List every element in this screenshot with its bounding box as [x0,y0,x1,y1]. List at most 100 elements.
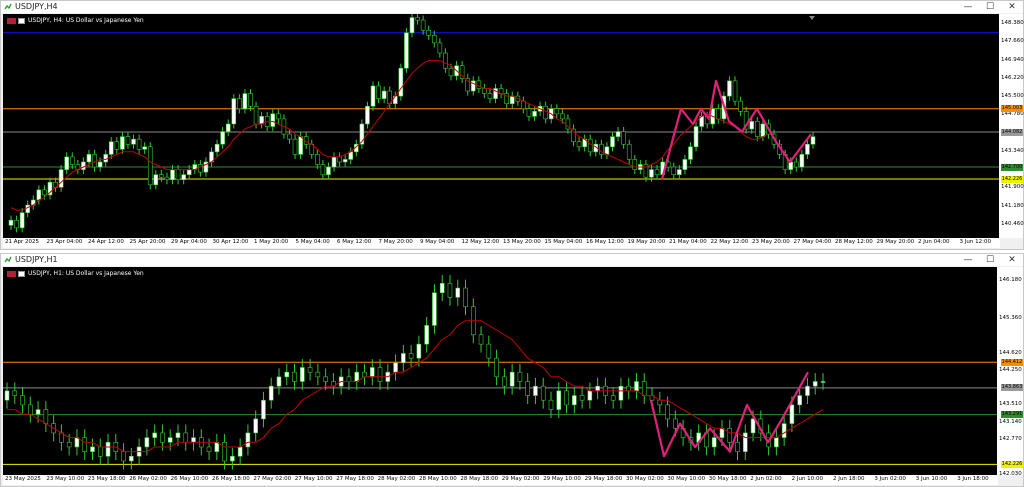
candle [595,377,600,400]
candle-body [482,88,487,94]
time-tick-label: 15 May 04:00 [544,239,583,245]
candle-body [369,367,375,378]
time-tick-label: 30 May 10:00 [667,476,706,482]
candle-body [183,432,189,443]
chart-shift-marker-icon[interactable] [809,16,815,20]
candle-body [711,437,717,448]
maximize-button[interactable]: ☐ [979,1,1001,13]
candle-body [543,105,548,120]
chart-canvas-h1[interactable] [3,267,998,475]
candle-body [121,451,126,462]
candle [463,279,468,316]
candle-body [42,189,47,196]
symbol-description: USDJPY, H1: US Dollar vs Japanese Yen [28,270,144,277]
candle [136,134,142,154]
candle-body [738,100,743,112]
price-tick-label: 145.360 [999,314,1022,321]
price-tag-yellow: 142.226 [1001,460,1023,468]
candle [526,104,532,121]
candle [159,170,164,182]
candle [521,96,526,114]
candle-body [231,98,237,125]
candle [409,14,415,38]
price-chart-h4[interactable]: USDJPY, H4: US Dollar vs Japanese Yen [3,14,1000,238]
candle [19,208,25,233]
candle [641,373,647,404]
minimize-button[interactable]: — [957,254,979,266]
candle-body [153,174,159,186]
candle-body [298,136,303,155]
candle-body [750,418,756,434]
close-button[interactable]: ✕ [1001,1,1023,13]
time-tick-label: 27 May 18:00 [336,476,374,482]
time-tick-label: 27 May 04:00 [793,239,832,245]
candle [604,142,610,159]
candle-body [337,156,342,163]
time-tick-label: 25 Apr 20:00 [129,239,166,245]
candle [626,377,632,400]
candle-body [103,154,108,163]
time-tick-label: 30 Apr 12:00 [212,239,249,245]
candle-body [610,395,616,401]
candle [183,424,189,451]
candle [376,81,381,104]
time-tick-label: 1 May 20:00 [254,239,289,245]
price-scale-h4[interactable]: 148.380 147.660 146.940 146.220 145.500 144.7… [999,14,1024,238]
candle [242,89,248,114]
candle-body [230,456,235,462]
candle [657,391,663,414]
candle-body [12,390,18,396]
time-scale-h4[interactable]: 21 Apr 2025 23 Apr 04:00 24 Apr 12:00 25 Ap… [3,238,1000,248]
candle-body [509,371,515,387]
minimize-button[interactable]: — [957,1,979,13]
time-tick-label: 13 May 20:00 [503,239,541,245]
candle-body [760,123,766,137]
time-scale-h1[interactable]: 23 May 2025 23 May 10:00 23 May 18:00 26 Ma… [3,475,998,485]
candle [121,443,126,470]
candle [120,132,125,154]
candle-body [268,385,274,401]
price-tick-label: 146.940 [1001,56,1024,63]
candle-body [28,404,33,415]
time-tick-label: 3 Jun 12:00 [959,239,991,245]
candle [147,142,153,190]
close-button[interactable]: ✕ [1001,254,1023,266]
candle-body [448,67,454,77]
window-titlebar-h4[interactable]: USDJPY,H4 — ☐ ✕ [1,1,1023,13]
time-tick-label: 26 May 18:00 [212,476,250,482]
chart-canvas-h4[interactable] [3,14,1000,238]
candle-body [287,133,292,140]
candle-body [19,212,25,229]
candle-body [82,437,88,452]
window-titlebar-h1[interactable]: USDJPY,H1 — ☐ ✕ [1,254,1023,266]
candle-body [727,80,732,97]
maximize-button[interactable]: ☐ [979,254,1001,266]
candle [284,363,290,386]
candle-body [381,90,387,99]
candle-body [665,404,670,420]
candle [404,28,409,73]
time-tick-label: 2 Jun 18:00 [833,476,865,482]
candle [437,38,443,58]
candle-body [92,154,97,168]
price-chart-h1[interactable]: USDJPY, H1: US Dollar vs Japanese Yen [3,267,998,475]
candle [682,154,688,175]
candle [742,424,748,461]
candle [420,15,426,35]
candle-body [206,446,212,452]
candle-body [416,343,422,359]
candle-body [292,138,298,155]
price-scale-h1[interactable]: 146.180 145.360 144.620 144.250 143.510 143.1… [997,267,1023,477]
candle-body [276,376,282,387]
candle [47,177,53,200]
time-tick-label: 28 May 18:00 [460,476,499,482]
time-tick-label: 12 May 12:00 [461,239,500,245]
candle [59,424,64,451]
candle [793,157,799,172]
time-tick-label: 28 May 10:00 [419,476,457,482]
candle-body [114,141,120,150]
candle-body [727,427,733,443]
candle [175,165,181,185]
chart-window-h1: USDJPY,H1 — ☐ ✕ USDJPY, H1: US Dollar vs… [0,253,1024,487]
price-tick-label: 141.180 [1001,202,1024,209]
